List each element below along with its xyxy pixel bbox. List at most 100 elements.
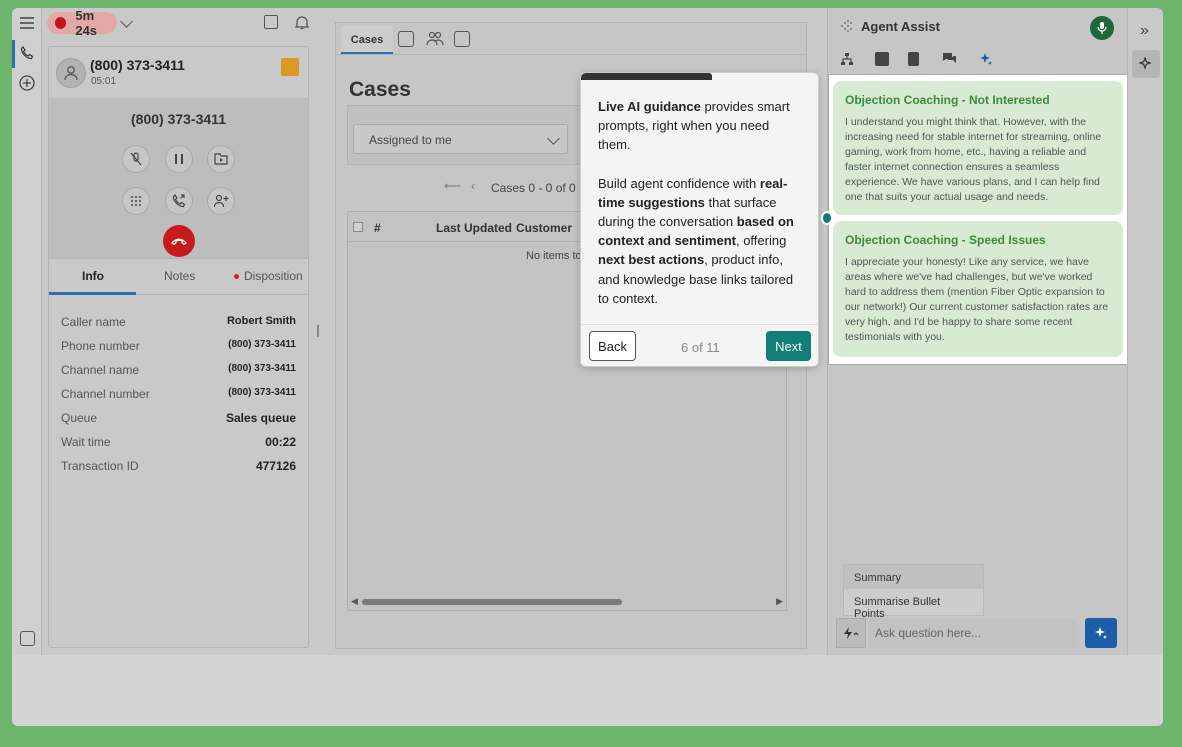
tab-disposition-label: Disposition — [244, 269, 303, 283]
horizontal-scrollbar[interactable]: ◀ ▶ — [348, 594, 786, 610]
tab-contact-icon[interactable] — [908, 52, 919, 66]
tab-notes[interactable]: Notes — [164, 269, 195, 283]
people-icon[interactable] — [426, 30, 444, 51]
agent-assist-title: Agent Assist — [861, 19, 940, 34]
tour-footer: Back 6 of 11 Next — [581, 324, 818, 366]
coaching-card[interactable]: Objection Coaching - Speed Issues I appr… — [833, 221, 1123, 357]
info-row-phone-number: Phone number (800) 373-3411 — [61, 339, 296, 353]
tour-next-button[interactable]: Next — [766, 331, 811, 361]
agent-assist-tabs — [828, 48, 1127, 76]
pause-icon[interactable] — [165, 145, 193, 173]
tab-checklist-icon[interactable] — [875, 52, 889, 66]
ask-question-input[interactable] — [868, 618, 1076, 648]
coaching-card-body: I appreciate your honesty! Like any serv… — [845, 256, 1109, 343]
add-participant-icon[interactable] — [207, 187, 235, 215]
phone-icon[interactable] — [17, 43, 37, 63]
agent-assist-header: Agent Assist — [828, 8, 1127, 44]
assignment-filter-value: Assigned to me — [369, 133, 452, 147]
recording-time: 5m 24s — [75, 8, 98, 38]
tour-beacon-icon[interactable] — [821, 211, 833, 225]
tab-ai-sparkle-icon[interactable] — [979, 52, 993, 66]
right-rail: » — [1127, 8, 1163, 655]
menu-icon[interactable] — [17, 13, 37, 33]
coaching-card-title: Objection Coaching - Not Interested — [845, 93, 1050, 107]
page-title: Cases — [349, 78, 411, 101]
required-dot — [234, 274, 239, 280]
pager-text: Cases 0 - 0 of 0 — [491, 181, 576, 195]
waveform-icon — [840, 19, 854, 33]
column-header-number[interactable]: # — [374, 221, 381, 235]
scrollbar-thumb[interactable] — [362, 599, 622, 605]
menu-item-summarise-bullets[interactable]: Summarise Bullet Points — [844, 589, 983, 620]
hang-up-button[interactable] — [163, 225, 195, 257]
mute-icon[interactable] — [122, 145, 150, 173]
cases-tabs: Cases — [336, 23, 806, 55]
info-row-transaction-id: Transaction ID 477126 — [61, 459, 296, 473]
column-header-customer[interactable]: Customer — [516, 221, 572, 235]
ask-question-bar — [836, 618, 1120, 648]
quick-actions-button[interactable] — [836, 618, 866, 648]
info-row-channel-name: Channel name (800) 373-3411 — [61, 363, 296, 377]
tour-step-counter: 6 of 11 — [681, 340, 720, 355]
tour-progress-bar — [581, 73, 712, 80]
tab-hierarchy-icon[interactable] — [840, 52, 854, 66]
tour-popover: Live AI guidance provides smart prompts,… — [580, 72, 819, 367]
contact-card-icon[interactable] — [454, 31, 470, 47]
call-controls: (800) 373-3411 — [49, 99, 308, 259]
tab-info[interactable]: Info — [82, 269, 104, 283]
prev-page-icon[interactable]: ‹ — [471, 179, 475, 193]
bottom-strip — [12, 655, 1163, 726]
select-all-checkbox[interactable] — [353, 222, 363, 232]
bell-icon[interactable] — [294, 15, 310, 35]
tab-cases[interactable]: Cases — [341, 26, 393, 54]
info-row-channel-number: Channel number (800) 373-3411 — [61, 387, 296, 401]
signal-strength-icon — [281, 58, 299, 76]
menu-item-summary[interactable]: Summary — [844, 565, 983, 589]
agent-assist-panel: Agent Assist Objection Coaching - Not In… — [827, 8, 1128, 655]
active-call-number: (800) 373-3411 — [131, 111, 226, 127]
cases-tab-underline — [341, 52, 393, 54]
microphone-button[interactable] — [1090, 16, 1114, 40]
call-panel: (800) 373-3411 05:01 (800) 373-3411 Info… — [48, 46, 309, 648]
scroll-left-icon[interactable]: ◀ — [351, 596, 358, 607]
tour-paragraph: Build agent confidence with real-time su… — [598, 175, 794, 306]
call-duration: 05:01 — [91, 76, 117, 87]
empty-table-message: No items to — [526, 250, 582, 262]
contacts-icon[interactable] — [20, 631, 35, 646]
coaching-card[interactable]: Objection Coaching - Not Interested I un… — [833, 81, 1123, 215]
tour-paragraph: Live AI guidance provides smart prompts,… — [598, 99, 790, 153]
tab-disposition[interactable]: Disposition — [234, 269, 303, 283]
caller-number: (800) 373-3411 — [90, 57, 185, 73]
recording-dot-icon — [55, 17, 67, 29]
info-row-wait-time: Wait time 00:22 — [61, 435, 296, 449]
call-tabs: Info Notes Disposition — [49, 259, 308, 295]
add-circle-icon[interactable] — [17, 73, 37, 93]
calendar-icon[interactable] — [398, 31, 414, 47]
caller-header: (800) 373-3411 05:01 — [49, 47, 308, 99]
column-header-last-updated[interactable]: Last Updated — [436, 221, 512, 235]
active-tab-underline — [49, 292, 136, 295]
coaching-card-title: Objection Coaching - Speed Issues — [845, 233, 1046, 247]
dialpad-icon[interactable] — [122, 187, 150, 215]
tour-back-button[interactable]: Back — [589, 331, 636, 361]
left-rail — [12, 8, 42, 655]
quick-prompts-menu: Summary Summarise Bullet Points — [843, 564, 984, 620]
avatar — [56, 58, 86, 88]
scroll-right-icon[interactable]: ▶ — [776, 596, 783, 607]
expand-icon[interactable]: » — [1140, 22, 1149, 40]
coaching-cards-highlight: Objection Coaching - Not Interested I un… — [828, 74, 1128, 365]
ai-assist-toggle-icon[interactable] — [1132, 50, 1160, 78]
call-topbar: 5m 24s — [42, 8, 317, 38]
info-row-queue: Queue Sales queue — [61, 411, 296, 425]
info-row-caller-name: Caller name Robert Smith — [61, 315, 296, 329]
ask-send-button[interactable] — [1085, 618, 1117, 648]
first-page-arrow-icon[interactable]: ⟵ — [444, 179, 461, 193]
layout-icon[interactable] — [264, 15, 278, 29]
panel-resize-handle[interactable] — [317, 325, 319, 337]
assignment-filter-select[interactable]: Assigned to me — [353, 124, 568, 154]
video-folder-icon[interactable] — [207, 145, 235, 173]
recording-timer[interactable]: 5m 24s — [47, 8, 117, 38]
tab-chat-icon[interactable] — [942, 52, 956, 66]
chevron-down-icon[interactable] — [120, 15, 133, 28]
transfer-call-icon[interactable] — [165, 187, 193, 215]
